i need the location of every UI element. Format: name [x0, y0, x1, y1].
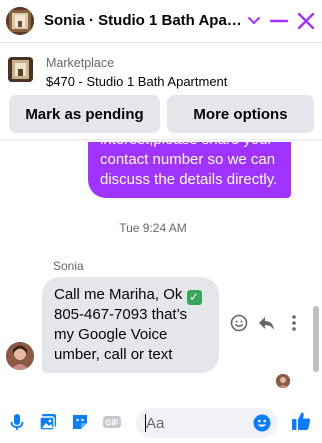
more-vertical-icon[interactable] — [284, 313, 304, 333]
mark-as-pending-button[interactable]: Mark as pending — [9, 95, 160, 133]
message-composer: GIF — [0, 400, 322, 443]
sent-message-text: interest,please share your contact numbe… — [100, 142, 278, 188]
message-list[interactable]: interest,please share your contact numbe… — [0, 142, 322, 400]
received-message-bubble[interactable]: Call me Mariha, Ok ✓ 805-467-7093 that’s… — [42, 277, 219, 373]
message-input-container[interactable] — [136, 408, 278, 438]
contact-avatar[interactable] — [6, 7, 34, 35]
message-input[interactable] — [146, 413, 246, 433]
chevron-down-icon[interactable] — [246, 11, 262, 29]
microphone-icon[interactable] — [7, 412, 27, 432]
emoji-icon[interactable] — [252, 413, 272, 433]
conversation-title[interactable]: Sonia · Studio 1 Bath Apart… — [44, 12, 244, 29]
listing-title[interactable]: $470 - Studio 1 Bath Apartment — [46, 74, 227, 89]
message-timestamp: Tue 9:24 AM — [119, 221, 187, 235]
reply-icon[interactable] — [256, 313, 276, 333]
react-emoji-icon[interactable] — [229, 313, 249, 333]
chat-header: Sonia · Studio 1 Bath Apart… — [0, 0, 322, 42]
listing-thumbnail[interactable] — [8, 57, 33, 82]
gif-icon[interactable]: GIF — [102, 412, 122, 432]
thumbs-up-icon[interactable] — [290, 410, 312, 432]
close-icon[interactable] — [295, 11, 317, 31]
minimize-icon[interactable] — [268, 11, 290, 31]
received-text-part-1: Call me Mariha, Ok — [54, 286, 187, 303]
header-divider — [0, 42, 322, 43]
seen-receipt-avatar — [276, 374, 290, 388]
svg-text:GIF: GIF — [105, 419, 118, 428]
scrollbar-thumb[interactable] — [313, 306, 319, 372]
photo-icon[interactable] — [38, 412, 58, 432]
check-mark-emoji-icon: ✓ — [186, 290, 202, 305]
more-options-button[interactable]: More options — [167, 95, 314, 133]
marketplace-label: Marketplace — [46, 56, 115, 70]
sender-name: Sonia — [53, 259, 84, 273]
sender-avatar[interactable] — [6, 342, 34, 370]
sent-message-bubble[interactable]: interest,please share your contact numbe… — [88, 142, 291, 198]
sticker-icon[interactable] — [70, 412, 90, 432]
received-text-part-2: 805-467-7093 that’s my Google Voice umbe… — [54, 306, 188, 363]
